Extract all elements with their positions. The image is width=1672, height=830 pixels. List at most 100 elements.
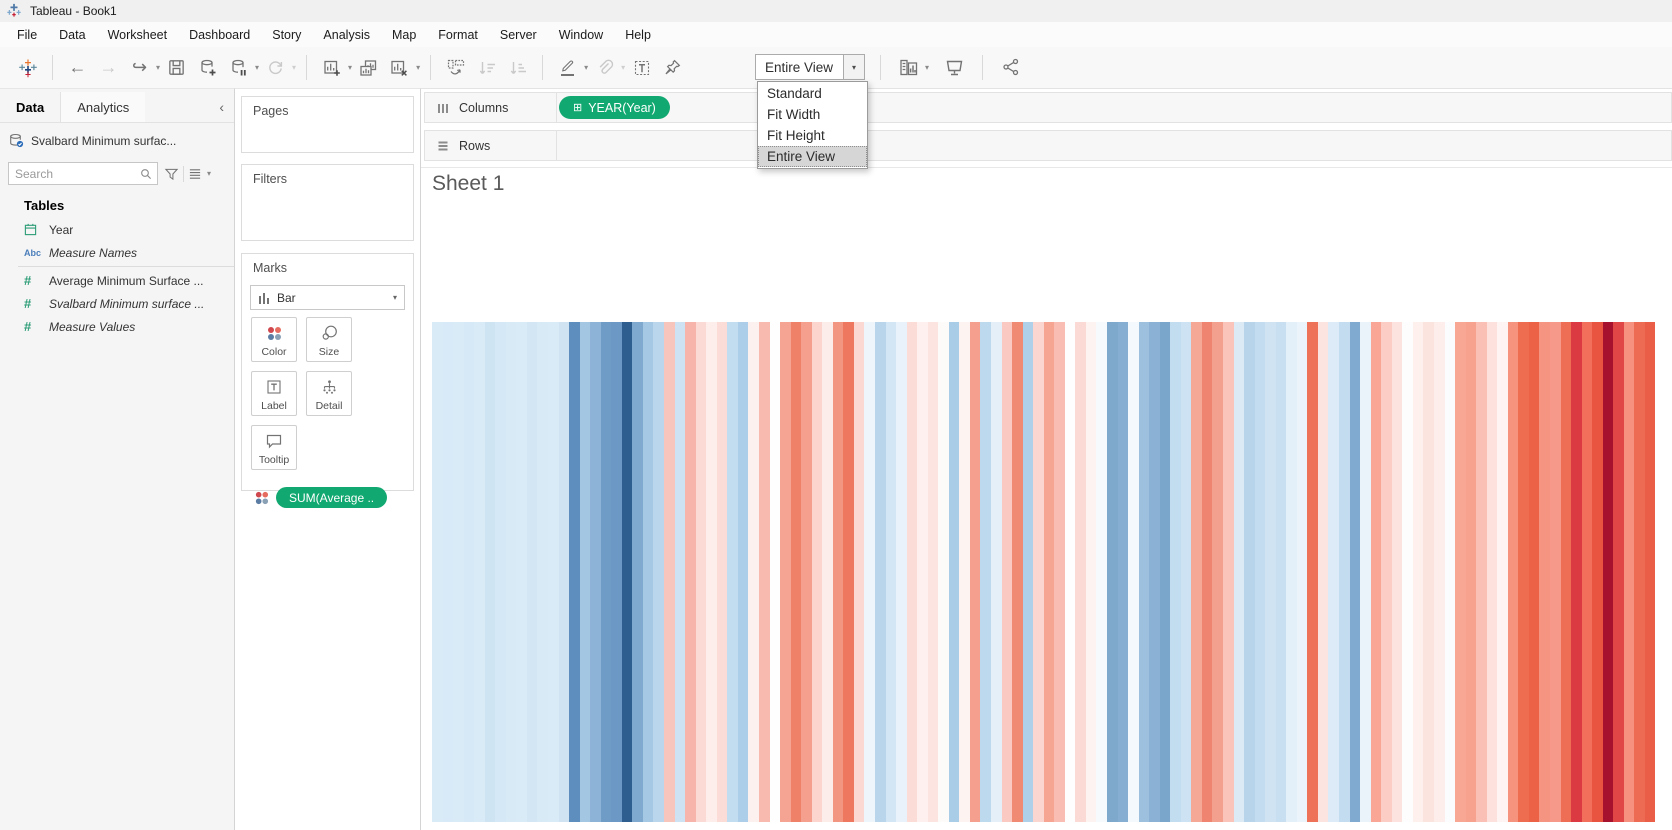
expand-plus-icon[interactable]: ⊞ <box>573 101 582 114</box>
year-stripe[interactable] <box>674 322 686 822</box>
year-stripe[interactable] <box>474 322 485 822</box>
detail-button[interactable]: Detail <box>306 371 352 416</box>
year-stripe[interactable] <box>769 322 781 822</box>
year-stripe[interactable] <box>1328 322 1340 822</box>
year-stripe[interactable] <box>1180 322 1192 822</box>
collapse-pane-button[interactable]: ‹ <box>209 92 234 122</box>
year-stripe[interactable] <box>1286 322 1297 822</box>
menu-dashboard[interactable]: Dashboard <box>178 24 261 46</box>
year-stripe[interactable] <box>801 322 812 822</box>
year-stripe[interactable] <box>1592 322 1603 822</box>
year-stripe[interactable] <box>1444 322 1456 822</box>
year-stripe[interactable] <box>653 322 665 822</box>
year-stripe[interactable] <box>1518 322 1529 822</box>
new-worksheet-caret-icon[interactable]: ▾ <box>348 63 352 72</box>
year-stripe[interactable] <box>1159 322 1171 822</box>
year-stripe[interactable] <box>1075 322 1086 822</box>
year-stripe[interactable] <box>1634 322 1645 822</box>
year-stripe[interactable] <box>706 322 717 822</box>
field-year[interactable]: Year <box>0 218 234 241</box>
year-stripe[interactable] <box>832 322 844 822</box>
year-stripe[interactable] <box>1233 322 1245 822</box>
year-stripe[interactable] <box>1043 322 1055 822</box>
year-pill[interactable]: ⊞ YEAR(Year) <box>559 96 670 119</box>
year-stripe[interactable] <box>1307 322 1318 822</box>
highlight-caret-icon[interactable]: ▾ <box>584 63 588 72</box>
year-stripe[interactable] <box>1539 322 1550 822</box>
tab-analytics[interactable]: Analytics <box>60 92 146 122</box>
clear-sheet-caret-icon[interactable]: ▾ <box>416 63 420 72</box>
fit-selector-caret-button[interactable]: ▾ <box>843 55 864 79</box>
menu-story[interactable]: Story <box>261 24 312 46</box>
year-stripe[interactable] <box>1370 322 1382 822</box>
year-stripe[interactable] <box>537 322 549 822</box>
menu-format[interactable]: Format <box>427 24 489 46</box>
year-stripe[interactable] <box>1022 322 1034 822</box>
clear-sheet-button[interactable] <box>387 53 412 83</box>
year-stripe[interactable] <box>1581 322 1593 822</box>
year-stripe[interactable] <box>1085 322 1097 822</box>
year-stripe[interactable] <box>1244 322 1255 822</box>
year-stripe[interactable] <box>1602 322 1614 822</box>
new-data-source-button[interactable] <box>195 53 220 83</box>
menu-help[interactable]: Help <box>614 24 662 46</box>
year-stripe[interactable] <box>664 322 675 822</box>
show-mark-labels-button[interactable] <box>629 53 654 83</box>
filters-shelf[interactable]: Filters <box>241 164 414 241</box>
year-stripe[interactable] <box>1571 322 1582 822</box>
year-stripe[interactable] <box>442 322 454 822</box>
year-stripe[interactable] <box>1360 322 1371 822</box>
year-stripe[interactable] <box>1170 322 1181 822</box>
year-stripe[interactable] <box>737 322 749 822</box>
menu-worksheet[interactable]: Worksheet <box>97 24 179 46</box>
year-stripe[interactable] <box>600 322 612 822</box>
year-stripe[interactable] <box>1433 322 1445 822</box>
year-stripe[interactable] <box>1412 322 1424 822</box>
year-stripe[interactable] <box>1476 322 1487 822</box>
year-stripe[interactable] <box>1033 322 1044 822</box>
view-options-caret-icon[interactable]: ▾ <box>207 169 211 178</box>
year-stripe[interactable] <box>453 322 464 822</box>
year-stripe[interactable] <box>1191 322 1202 822</box>
filter-fields-icon[interactable] <box>164 167 179 181</box>
mark-type-dropdown[interactable]: Bar ▾ <box>250 285 405 310</box>
pause-auto-updates-button[interactable] <box>226 53 251 83</box>
year-stripe[interactable] <box>1138 322 1150 822</box>
year-stripe[interactable] <box>1012 322 1023 822</box>
year-stripe[interactable] <box>1423 322 1434 822</box>
search-box[interactable] <box>8 162 158 185</box>
year-stripe[interactable] <box>621 322 633 822</box>
year-stripe[interactable] <box>1391 322 1403 822</box>
replay-caret-icon[interactable]: ▾ <box>156 63 160 72</box>
year-stripe[interactable] <box>558 322 570 822</box>
field-svalbard-minimum-surface[interactable]: # Svalbard Minimum surface ... <box>0 292 234 315</box>
year-stripe[interactable] <box>758 322 770 822</box>
year-stripe[interactable] <box>1560 322 1572 822</box>
year-stripe[interactable] <box>1096 322 1107 822</box>
show-me-button[interactable] <box>896 52 921 82</box>
menu-map[interactable]: Map <box>381 24 427 46</box>
year-stripe[interactable] <box>1486 322 1498 822</box>
year-stripe[interactable] <box>811 322 823 822</box>
year-stripe[interactable] <box>548 322 559 822</box>
field-measure-values[interactable]: # Measure Values <box>0 315 234 338</box>
pages-shelf[interactable]: Pages <box>241 96 414 153</box>
year-stripe[interactable] <box>1497 322 1508 822</box>
menu-file[interactable]: File <box>6 24 48 46</box>
year-stripe[interactable] <box>748 322 759 822</box>
year-stripe[interactable] <box>1212 322 1224 822</box>
tableau-logo-button[interactable] <box>15 53 40 83</box>
year-stripe[interactable] <box>790 322 802 822</box>
year-stripe[interactable] <box>1275 322 1287 822</box>
year-stripe[interactable] <box>463 322 475 822</box>
year-stripe[interactable] <box>1381 322 1392 822</box>
fit-option-entire-view[interactable]: Entire View <box>758 146 867 167</box>
show-me-caret-icon[interactable]: ▾ <box>925 63 929 72</box>
year-stripe[interactable] <box>1613 322 1624 822</box>
year-stripe[interactable] <box>959 322 970 822</box>
fit-option-fit-height[interactable]: Fit Height <box>758 125 867 146</box>
duplicate-sheet-button[interactable] <box>356 53 381 83</box>
year-stripe[interactable] <box>1001 322 1013 822</box>
pause-auto-updates-caret-icon[interactable]: ▾ <box>255 63 259 72</box>
year-stripe[interactable] <box>885 322 897 822</box>
